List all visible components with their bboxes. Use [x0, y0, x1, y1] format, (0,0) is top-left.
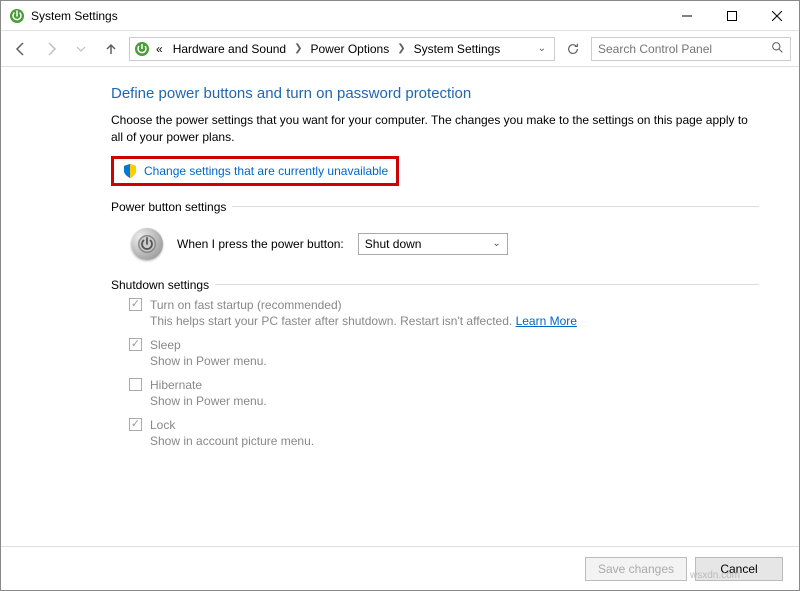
power-options-icon [134, 41, 150, 57]
option-description: Show in Power menu. [150, 394, 759, 408]
search-input[interactable] [598, 42, 771, 56]
forward-button[interactable] [39, 37, 63, 61]
maximize-button[interactable] [709, 1, 754, 30]
power-button-label: When I press the power button: [177, 237, 344, 251]
checkbox-sleep[interactable]: ✓ [129, 338, 142, 351]
titlebar: System Settings [1, 1, 799, 31]
content-area: Define power buttons and turn on passwor… [1, 67, 799, 546]
recent-dropdown[interactable] [69, 37, 93, 61]
option-hibernate: Hibernate Show in Power menu. [129, 378, 759, 408]
option-title: Turn on fast startup (recommended) [150, 298, 342, 312]
page-heading: Define power buttons and turn on passwor… [111, 85, 759, 102]
breadcrumb-prefix[interactable]: « [152, 42, 167, 56]
power-button-dropdown[interactable]: Shut down ⌄ [358, 233, 508, 255]
window-title: System Settings [31, 9, 664, 23]
power-options-icon [9, 8, 25, 24]
breadcrumb-system-settings[interactable]: System Settings [410, 42, 505, 56]
power-button-row: When I press the power button: Shut down… [131, 228, 759, 260]
option-sleep: ✓ Sleep Show in Power menu. [129, 338, 759, 368]
learn-more-link[interactable]: Learn More [516, 314, 577, 328]
shield-icon [122, 163, 138, 179]
search-icon[interactable] [771, 41, 784, 57]
close-button[interactable] [754, 1, 799, 30]
shutdown-options: ✓ Turn on fast startup (recommended) Thi… [129, 298, 759, 448]
refresh-button[interactable] [561, 37, 585, 61]
change-settings-link[interactable]: Change settings that are currently unava… [144, 164, 388, 178]
power-button-section-label: Power button settings [111, 200, 759, 214]
option-description: Show in Power menu. [150, 354, 759, 368]
power-icon [131, 228, 163, 260]
up-button[interactable] [99, 37, 123, 61]
option-title: Hibernate [150, 378, 202, 392]
window-controls [664, 1, 799, 30]
footer: Save changes Cancel [1, 546, 799, 590]
chevron-right-icon: ❯ [292, 43, 304, 54]
option-lock: ✓ Lock Show in account picture menu. [129, 418, 759, 448]
option-title: Lock [150, 418, 175, 432]
search-box[interactable] [591, 37, 791, 61]
option-description: This helps start your PC faster after sh… [150, 314, 759, 328]
page-description: Choose the power settings that you want … [111, 112, 759, 146]
change-settings-highlight: Change settings that are currently unava… [111, 156, 399, 186]
breadcrumb-power-options[interactable]: Power Options [307, 42, 394, 56]
checkbox-hibernate[interactable] [129, 378, 142, 391]
navbar: « Hardware and Sound ❯ Power Options ❯ S… [1, 31, 799, 67]
address-bar[interactable]: « Hardware and Sound ❯ Power Options ❯ S… [129, 37, 555, 61]
chevron-right-icon: ❯ [395, 43, 407, 54]
chevron-down-icon: ⌄ [492, 238, 500, 249]
minimize-button[interactable] [664, 1, 709, 30]
address-dropdown-icon[interactable]: ⌄ [534, 43, 550, 54]
option-description: Show in account picture menu. [150, 434, 759, 448]
back-button[interactable] [9, 37, 33, 61]
checkbox-fast-startup[interactable]: ✓ [129, 298, 142, 311]
option-title: Sleep [150, 338, 181, 352]
save-changes-button[interactable]: Save changes [585, 557, 687, 581]
breadcrumb-hardware[interactable]: Hardware and Sound [169, 42, 290, 56]
system-settings-window: System Settings « Hardware and Sound ❯ P… [0, 0, 800, 591]
shutdown-section-label: Shutdown settings [111, 278, 759, 292]
option-fast-startup: ✓ Turn on fast startup (recommended) Thi… [129, 298, 759, 328]
checkbox-lock[interactable]: ✓ [129, 418, 142, 431]
power-button-selected: Shut down [365, 237, 422, 251]
watermark: wsxdn.com [690, 570, 740, 581]
